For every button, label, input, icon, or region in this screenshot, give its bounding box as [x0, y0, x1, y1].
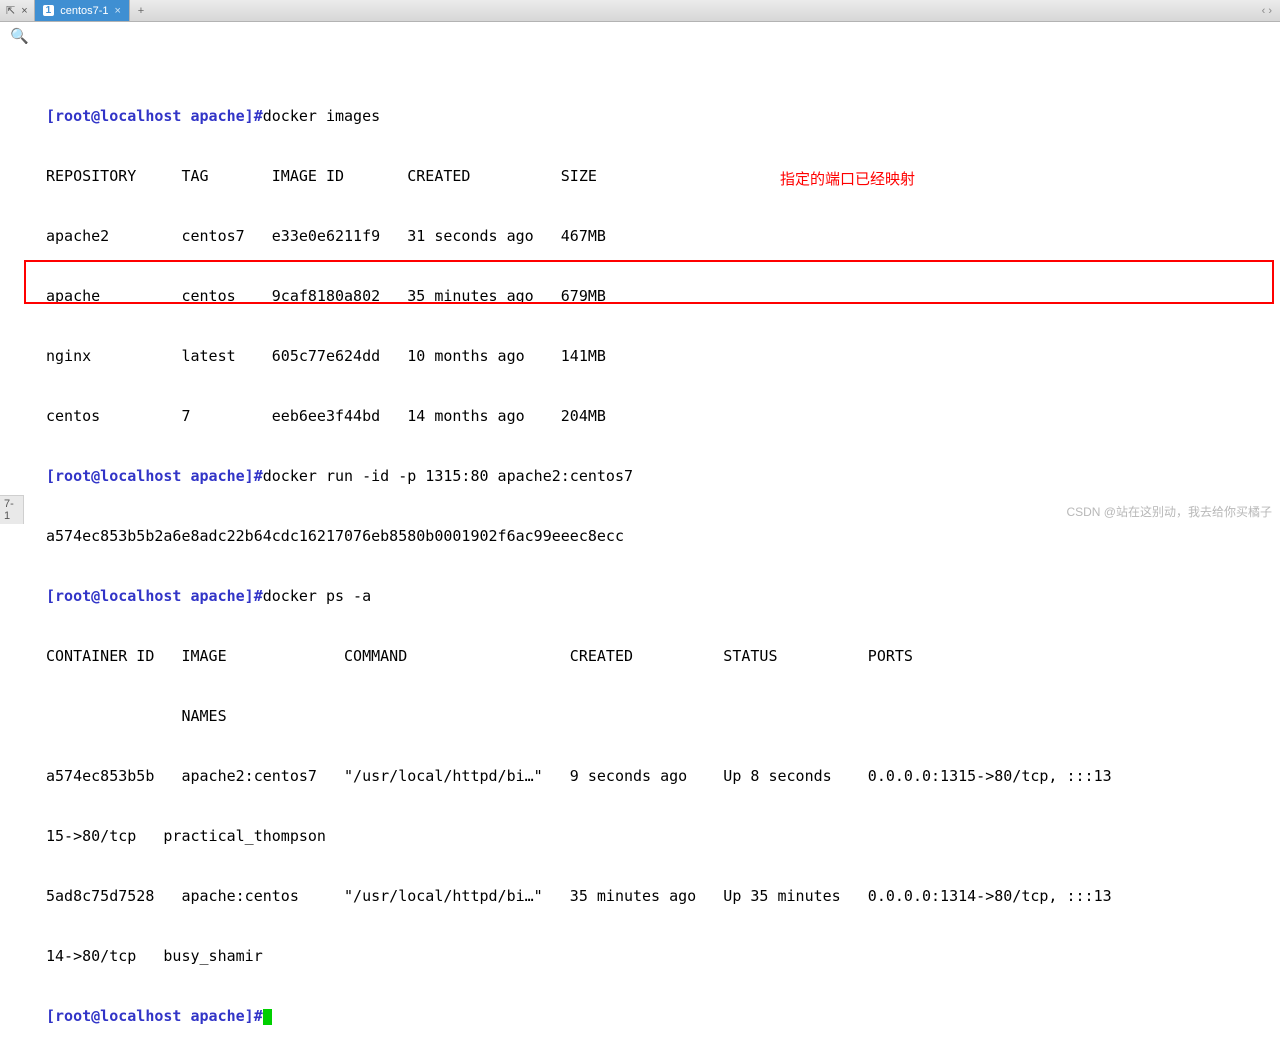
tab-close-x-icon[interactable]: ×: [115, 5, 121, 17]
search-icon[interactable]: 🔍: [10, 26, 29, 46]
tab-centos7-1[interactable]: 1 centos7-1 ×: [35, 0, 130, 21]
prompt: [root@localhost apache]#: [46, 1007, 263, 1025]
terminal-line: [root@localhost apache]#docker run -id -…: [6, 466, 1280, 486]
terminal-line: CONTAINER ID IMAGE COMMAND CREATED STATU…: [6, 646, 1280, 666]
table-row: 15->80/tcp practical_thompson: [6, 826, 1280, 846]
tab-controls: ⇱ ×: [0, 0, 35, 21]
sidebar-session-label[interactable]: 7-1: [0, 495, 24, 524]
terminal-line: [root@localhost apache]#docker ps -a: [6, 586, 1280, 606]
tab-label: centos7-1: [60, 5, 108, 17]
terminal-line: NAMES: [6, 706, 1280, 726]
tab-bar: ⇱ × 1 centos7-1 × + ‹ ›: [0, 0, 1280, 22]
table-row: centos 7 eeb6ee3f44bd 14 months ago 204M…: [6, 406, 1280, 426]
prompt: [root@localhost apache]#: [46, 467, 263, 485]
terminal-line: REPOSITORY TAG IMAGE ID CREATED SIZE: [6, 166, 1280, 186]
watermark: CSDN @站在这别动，我去给你买橘子: [1066, 503, 1272, 520]
tab-nav-arrows-icon[interactable]: ‹ ›: [1254, 5, 1280, 17]
table-row: a574ec853b5b apache2:centos7 "/usr/local…: [6, 766, 1280, 786]
prompt: [root@localhost apache]#: [46, 107, 263, 125]
pin-icon[interactable]: ⇱: [6, 4, 15, 17]
terminal-area[interactable]: 🔍 [root@localhost apache]#docker images …: [0, 22, 1280, 1048]
terminal-line: a574ec853b5b2a6e8adc22b64cdc16217076eb85…: [6, 526, 1280, 546]
table-row: apache2 centos7 e33e0e6211f9 31 seconds …: [6, 226, 1280, 246]
prompt: [root@localhost apache]#: [46, 587, 263, 605]
terminal-line: [root@localhost apache]#: [6, 1006, 1280, 1026]
command: docker run -id -p 1315:80 apache2:centos…: [263, 467, 633, 485]
table-row: 5ad8c75d7528 apache:centos "/usr/local/h…: [6, 886, 1280, 906]
command: docker ps -a: [263, 587, 371, 605]
annotation-label: 指定的端口已经映射: [780, 170, 915, 190]
tab-add-button[interactable]: +: [130, 0, 152, 21]
tab-index-badge: 1: [43, 5, 55, 16]
table-row: 14->80/tcp busy_shamir: [6, 946, 1280, 966]
table-row: nginx latest 605c77e624dd 10 months ago …: [6, 346, 1280, 366]
cursor-icon: [263, 1009, 272, 1025]
table-row: apache centos 9caf8180a802 35 minutes ag…: [6, 286, 1280, 306]
terminal-line: [root@localhost apache]#docker images: [6, 106, 1280, 126]
command: docker images: [263, 107, 380, 125]
tab-close-icon[interactable]: ×: [21, 5, 27, 17]
